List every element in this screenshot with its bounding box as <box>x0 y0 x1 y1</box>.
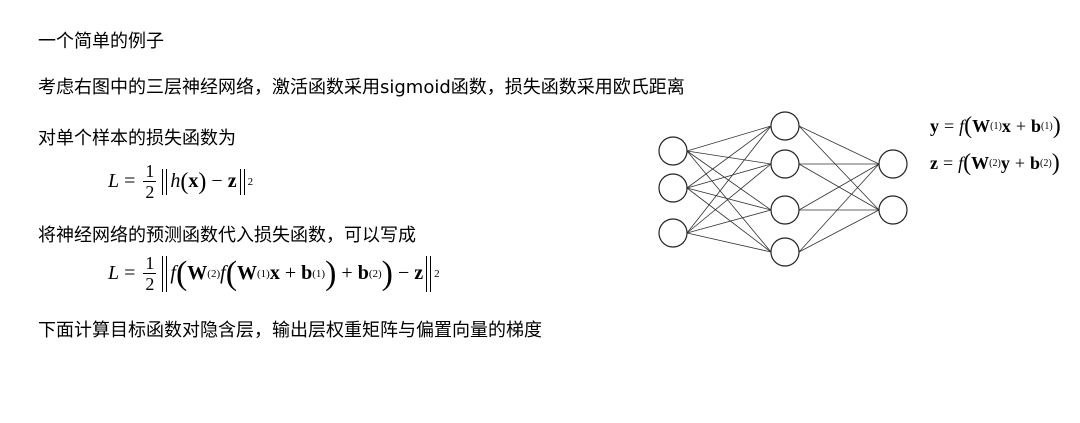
equation-paren: ( <box>964 113 973 139</box>
network-edge <box>686 125 772 189</box>
equation-symbol: x <box>1001 115 1011 136</box>
network-edge <box>686 163 772 234</box>
fraction-numerator: 1 <box>143 161 157 182</box>
output-layer-equation: z = f ( W (2) y + b (2) ) <box>930 151 1060 175</box>
equation-symbol: W <box>971 152 990 173</box>
equation-superscript: (1) <box>990 120 1002 132</box>
formula-fraction: 1 2 <box>143 253 157 294</box>
formula-symbol: b <box>301 262 313 284</box>
network-edge <box>798 163 880 253</box>
gradient-intro-text: 下面计算目标函数对隐含层，输出层权重矩阵与偏置向量的梯度 <box>38 320 542 341</box>
equation-operator: + <box>1015 115 1026 136</box>
formula-symbol: W <box>187 262 208 284</box>
formula-symbol: b <box>357 262 369 284</box>
formula-operator: − <box>397 262 410 284</box>
formula-operator: + <box>284 262 297 284</box>
formula-paren: ) <box>381 254 393 292</box>
equation-paren: ( <box>963 150 972 176</box>
substitution-text: 将神经网络的预测函数代入损失函数，可以写成 <box>38 225 416 246</box>
equation-symbol: b <box>1031 115 1042 136</box>
output-node <box>878 195 908 225</box>
formula-paren: ( <box>180 168 189 195</box>
formula-symbol: W <box>237 262 258 284</box>
formula-paren: ) <box>198 168 207 195</box>
equation-paren: ) <box>1051 150 1060 176</box>
network-edge <box>798 125 880 211</box>
formula-paren: ) <box>325 254 337 292</box>
equation-symbol: b <box>1030 152 1041 173</box>
fraction-numerator: 1 <box>143 253 157 274</box>
equation-superscript: (2) <box>989 157 1001 169</box>
formula-exponent: 2 <box>247 175 254 188</box>
network-edge <box>798 125 880 165</box>
formula-symbol: x <box>188 170 199 192</box>
equation-symbol: y <box>930 115 939 136</box>
equation-operator: = <box>944 115 955 136</box>
hidden-node <box>770 111 800 141</box>
network-edge <box>686 209 772 234</box>
loss-formula: L = 1 2 h ( x ) − z 2 <box>108 161 253 202</box>
hidden-node <box>770 237 800 267</box>
norm-bar-left <box>162 168 168 195</box>
title-text: 一个简单的例子 <box>38 31 164 52</box>
output-node <box>878 149 908 179</box>
formula-paren: ( <box>175 254 188 292</box>
norm-bar-right <box>426 255 432 292</box>
network-edge <box>798 209 880 253</box>
hidden-node <box>770 195 800 225</box>
network-edge <box>686 150 772 165</box>
formula-fraction: 1 2 <box>143 161 157 202</box>
equation-symbol: z <box>930 152 938 173</box>
equation-superscript: (1) <box>1041 120 1053 132</box>
input-node <box>658 136 688 166</box>
equation-symbol: W <box>972 115 991 136</box>
neural-network-diagram <box>658 111 908 267</box>
formula-operator: − <box>211 170 223 192</box>
description-text: 考虑右图中的三层神经网络，激活函数采用sigmoid函数，损失函数采用欧氏距离 <box>38 77 685 98</box>
formula-superscript: (1) <box>312 267 326 280</box>
network-edge <box>686 125 772 234</box>
formula-operator: = <box>124 170 136 192</box>
norm-bar-left <box>162 255 168 292</box>
formula-symbol: L <box>108 262 120 284</box>
formula-symbol: h <box>170 170 181 192</box>
equation-operator: + <box>1014 152 1025 173</box>
formula-paren: ( <box>225 254 238 292</box>
loss-intro-text: 对单个样本的损失函数为 <box>38 128 236 149</box>
formula-symbol: z <box>414 262 424 284</box>
formula-symbol: x <box>269 262 280 284</box>
formula-exponent: 2 <box>434 267 440 280</box>
equation-paren: ) <box>1052 113 1061 139</box>
formula-symbol: L <box>108 170 120 192</box>
formula-superscript: (1) <box>257 267 270 280</box>
expanded-loss-formula: L = 1 2 f ( W (2) f ( W (1) x + b (1) ) … <box>108 253 440 294</box>
network-edge <box>686 163 772 189</box>
formula-superscript: (2) <box>207 267 221 280</box>
fraction-denominator: 2 <box>145 274 155 294</box>
input-node <box>658 173 688 203</box>
fraction-denominator: 2 <box>145 182 155 202</box>
hidden-node <box>770 149 800 179</box>
equation-operator: = <box>943 152 954 173</box>
formula-operator: + <box>341 262 353 284</box>
formula-symbol: z <box>227 170 237 192</box>
formula-operator: = <box>124 262 136 284</box>
equation-symbol: y <box>1000 152 1010 173</box>
input-node <box>658 218 688 248</box>
formula-superscript: (2) <box>368 267 382 280</box>
norm-bar-right <box>239 168 245 195</box>
hidden-layer-equation: y = f ( W (1) x + b (1) ) <box>930 114 1061 138</box>
equation-superscript: (2) <box>1040 157 1052 169</box>
network-edge <box>686 125 772 152</box>
